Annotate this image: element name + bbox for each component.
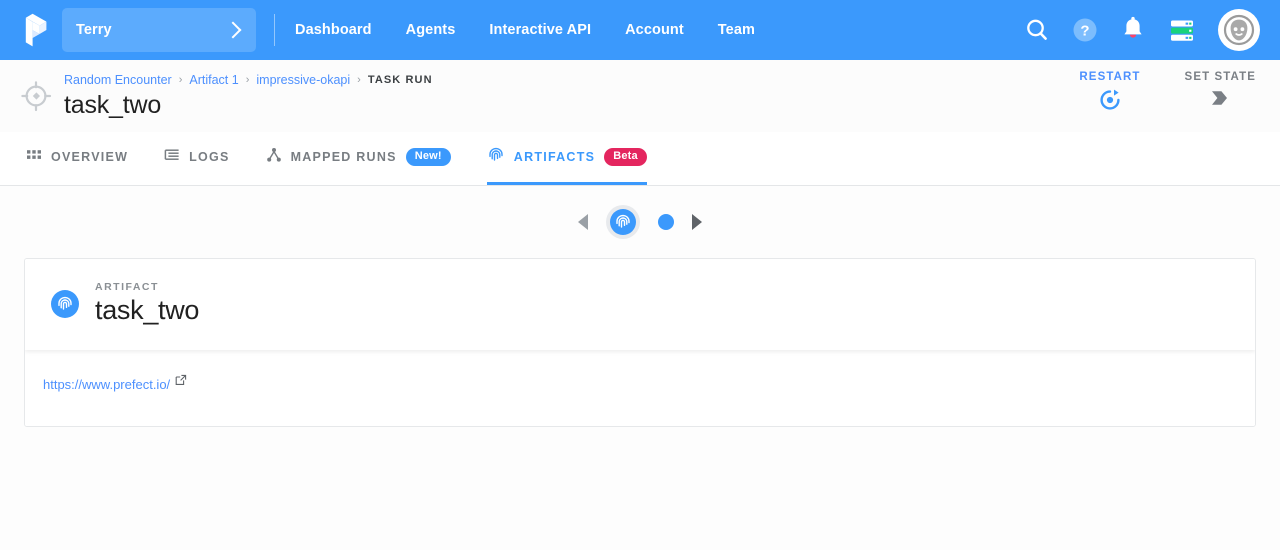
- svg-text:?: ?: [1080, 23, 1089, 40]
- artifact-card: ARTIFACT task_two https://www.prefect.io…: [24, 258, 1256, 427]
- notifications-bell-icon[interactable]: [1120, 16, 1146, 44]
- nav-link-agents[interactable]: Agents: [406, 22, 456, 38]
- primary-nav-links: Dashboard Agents Interactive API Account…: [295, 22, 755, 38]
- artifact-link-text: https://www.prefect.io/: [43, 377, 171, 392]
- search-icon[interactable]: [1024, 17, 1050, 43]
- fingerprint-icon: [487, 146, 505, 169]
- fingerprint-icon: [610, 209, 636, 235]
- server-status-icon[interactable]: [1168, 16, 1196, 44]
- set-state-button-label: SET STATE: [1184, 71, 1256, 83]
- team-switcher-button[interactable]: Terry: [62, 8, 256, 52]
- top-navigation-bar: Terry Dashboard Agents Interactive API A…: [0, 0, 1280, 60]
- tab-mapped-runs-badge: New!: [405, 148, 451, 166]
- artifact-card-body: https://www.prefect.io/: [25, 350, 1255, 426]
- carousel-prev-arrow-icon[interactable]: [578, 214, 588, 230]
- page-title: task_two: [64, 91, 162, 119]
- user-avatar-icon[interactable]: [1218, 9, 1260, 51]
- tab-artifacts[interactable]: ARTIFACTS Beta: [486, 132, 647, 185]
- breadcrumb-separator: ›: [245, 74, 250, 86]
- set-state-icon: [1207, 88, 1233, 113]
- grid-icon: [26, 147, 42, 168]
- tab-artifacts-label: ARTIFACTS: [513, 150, 596, 164]
- breadcrumb-separator: ›: [178, 74, 183, 86]
- chevron-right-icon: [224, 21, 242, 39]
- tab-mapped-runs[interactable]: MAPPED RUNS New!: [266, 132, 451, 185]
- nav-utility-icons: ?: [1024, 9, 1260, 51]
- artifact-card-wrapper: ARTIFACT task_two https://www.prefect.io…: [0, 258, 1280, 427]
- carousel-indicator-dot[interactable]: [658, 214, 674, 230]
- tab-artifacts-badge: Beta: [604, 148, 647, 166]
- task-run-state-icon: [18, 78, 54, 114]
- page-title-block: Random Encounter › Artifact 1 › impressi…: [64, 72, 433, 120]
- tab-overview[interactable]: OVERVIEW: [26, 132, 128, 185]
- header-actions: RESTART SET STATE: [1079, 71, 1256, 121]
- breadcrumb-item-project[interactable]: Random Encounter: [64, 73, 172, 87]
- tab-overview-label: OVERVIEW: [51, 150, 129, 164]
- artifact-card-header: ARTIFACT task_two: [25, 259, 1255, 350]
- artifact-carousel: [0, 186, 1280, 258]
- breadcrumb-item-flow-run[interactable]: impressive-okapi: [256, 73, 350, 87]
- restart-button-label: RESTART: [1079, 71, 1141, 83]
- nav-link-dashboard[interactable]: Dashboard: [295, 22, 372, 38]
- nav-link-interactive-api[interactable]: Interactive API: [489, 22, 591, 38]
- breadcrumb-separator: ›: [357, 74, 361, 86]
- restart-button[interactable]: RESTART: [1079, 71, 1140, 117]
- external-link-icon: [175, 374, 187, 389]
- logs-lines-icon: [164, 147, 180, 168]
- tab-logs-label: LOGS: [189, 150, 230, 164]
- artifact-external-link[interactable]: https://www.prefect.io/: [43, 374, 187, 392]
- breadcrumb: Random Encounter › Artifact 1 › impressi…: [64, 72, 433, 88]
- page-subheader: Random Encounter › Artifact 1 › impressi…: [0, 60, 1280, 132]
- carousel-next-arrow-icon[interactable]: [692, 214, 702, 230]
- nav-divider: [274, 14, 275, 46]
- tab-logs[interactable]: LOGS: [164, 132, 229, 185]
- mapped-runs-node-icon: [266, 147, 282, 168]
- fingerprint-icon: [51, 289, 79, 318]
- breadcrumb-item-current: TASK RUN: [367, 74, 433, 86]
- artifact-title-block: ARTIFACT task_two: [95, 281, 199, 326]
- tab-mapped-runs-label: MAPPED RUNS: [290, 150, 397, 164]
- artifact-name: task_two: [95, 295, 200, 325]
- artifact-kicker: ARTIFACT: [95, 281, 159, 293]
- nav-link-account[interactable]: Account: [625, 22, 684, 38]
- tab-bar: OVERVIEW LOGS MAPPED RUNS New! ARTIFACTS…: [0, 132, 1280, 186]
- breadcrumb-item-flow[interactable]: Artifact 1: [189, 73, 238, 87]
- restart-icon: [1098, 88, 1122, 117]
- team-switcher-label: Terry: [76, 22, 112, 38]
- set-state-button[interactable]: SET STATE: [1185, 71, 1256, 113]
- carousel-indicator-active[interactable]: [606, 205, 640, 239]
- prefect-logo-icon[interactable]: [18, 13, 48, 47]
- nav-link-team[interactable]: Team: [718, 22, 755, 38]
- help-icon[interactable]: ?: [1072, 17, 1098, 43]
